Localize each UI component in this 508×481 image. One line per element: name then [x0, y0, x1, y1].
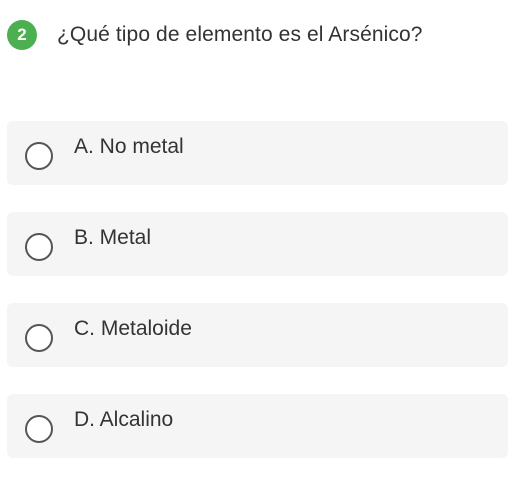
- radio-circle-icon[interactable]: [25, 324, 53, 352]
- option-d[interactable]: D. Alcalino: [7, 394, 508, 458]
- option-label: D. Alcalino: [74, 408, 174, 431]
- radio-circle-icon[interactable]: [25, 233, 53, 261]
- radio-circle-icon[interactable]: [25, 142, 53, 170]
- option-a[interactable]: A. No metal: [7, 121, 508, 185]
- radio-circle-icon[interactable]: [25, 415, 53, 443]
- option-label: A. No metal: [74, 135, 184, 158]
- question-header: 2 ¿Qué tipo de elemento es el Arsénico?: [7, 20, 423, 50]
- option-label: B. Metal: [74, 226, 152, 249]
- question-text: ¿Qué tipo de elemento es el Arsénico?: [57, 23, 423, 46]
- option-b[interactable]: B. Metal: [7, 212, 508, 276]
- option-c[interactable]: C. Metaloide: [7, 303, 508, 367]
- option-label: C. Metaloide: [74, 317, 192, 340]
- question-number-badge: 2: [7, 20, 37, 50]
